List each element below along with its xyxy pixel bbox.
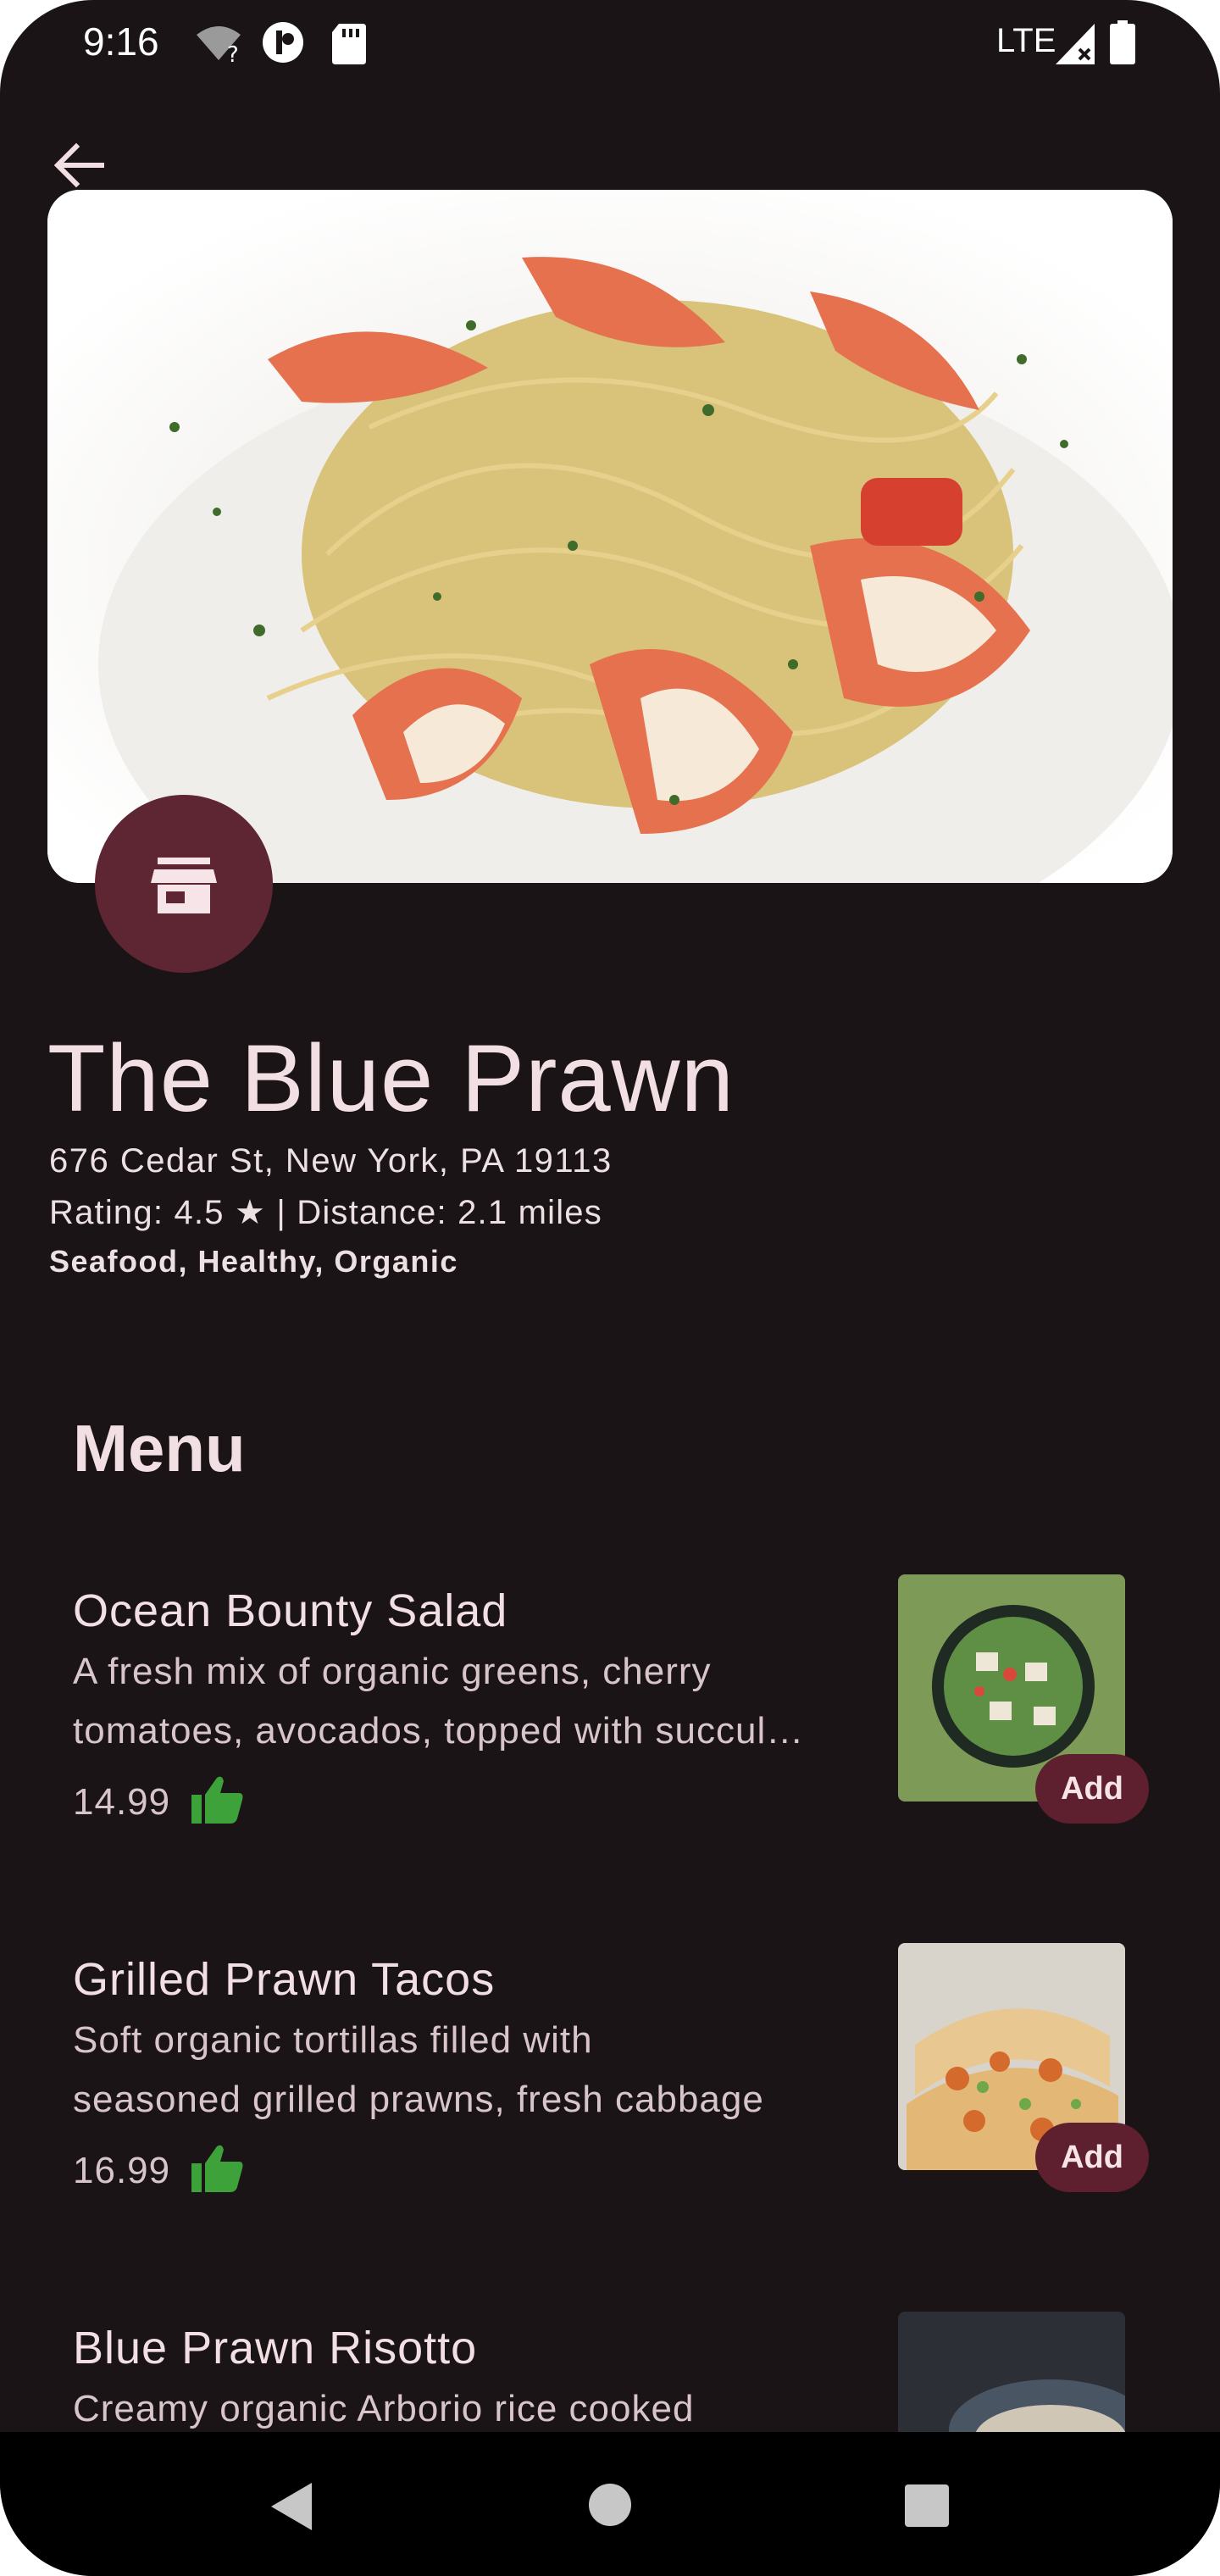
- restaurant-address: 676 Cedar St, New York, PA 19113: [49, 1142, 613, 1180]
- nav-home-icon[interactable]: [588, 2483, 632, 2527]
- menu-item-name: Blue Prawn Risotto: [73, 2323, 478, 2373]
- description-line: A fresh mix of organic greens, cherry: [73, 1651, 712, 1692]
- menu-item-price: 16.99: [73, 2150, 171, 2191]
- menu-item-price: 14.99: [73, 1781, 171, 1823]
- menu-heading: Menu: [73, 1411, 246, 1485]
- signal-icon: [1056, 24, 1095, 64]
- menu-item-name: Grilled Prawn Tacos: [73, 1954, 496, 2005]
- sd-card-icon: [332, 24, 366, 64]
- nav-back-icon[interactable]: [268, 2481, 315, 2532]
- description-line: seasoned grilled prawns, fresh cabbage: [73, 2079, 764, 2120]
- restaurant-rating-distance: Rating: 4.5 ★ | Distance: 2.1 miles: [49, 1194, 602, 1231]
- svg-text:?: ?: [227, 42, 239, 66]
- nav-recents-icon[interactable]: [905, 2484, 949, 2527]
- storefront-icon: [151, 858, 217, 913]
- back-button[interactable]: [49, 136, 117, 195]
- status-time: 9:16: [83, 19, 159, 64]
- menu-item-description: Creamy organic Arborio rice cooked: [73, 2379, 818, 2439]
- description-line: Creamy organic Arborio rice cooked: [73, 2388, 695, 2429]
- restaurant-tags: Seafood, Healthy, Organic: [49, 1244, 458, 1279]
- thumb-up-icon: [191, 2145, 243, 2192]
- wifi-unknown-icon: ?: [197, 26, 241, 66]
- add-to-cart-button[interactable]: Add: [1035, 1754, 1149, 1824]
- arrow-back-icon: [53, 142, 104, 188]
- menu-item-name: Ocean Bounty Salad: [73, 1585, 508, 1636]
- restaurant-hero-image: [47, 190, 1173, 883]
- prawn-pasta-photo: [47, 190, 1173, 883]
- description-line: Soft organic tortillas filled with: [73, 2019, 593, 2061]
- menu-item[interactable]: Grilled Prawn Tacos Soft organic tortill…: [0, 1943, 1220, 2241]
- app-screen: 9:16 ? LTE The Blue Prawn 676 Cedar St, …: [0, 0, 1220, 2576]
- restaurant-name: The Blue Prawn: [47, 1025, 735, 1131]
- thumb-up-icon: [191, 1776, 243, 1824]
- network-type: LTE: [996, 22, 1056, 59]
- menu-item-description: Soft organic tortillas filled with seaso…: [73, 2011, 818, 2129]
- status-bar: 9:16 ? LTE: [0, 0, 1220, 85]
- system-navigation-bar: [0, 2432, 1220, 2576]
- menu-item[interactable]: Ocean Bounty Salad A fresh mix of organi…: [0, 1574, 1220, 1873]
- menu-item-description: A fresh mix of organic greens, cherry to…: [73, 1642, 818, 1761]
- app-notification-icon: [263, 22, 303, 63]
- battery-icon: [1110, 20, 1135, 64]
- storefront-badge: [95, 795, 273, 973]
- description-line: tomatoes, avocados, topped with succulen…: [73, 1710, 818, 1752]
- add-to-cart-button[interactable]: Add: [1035, 2123, 1149, 2192]
